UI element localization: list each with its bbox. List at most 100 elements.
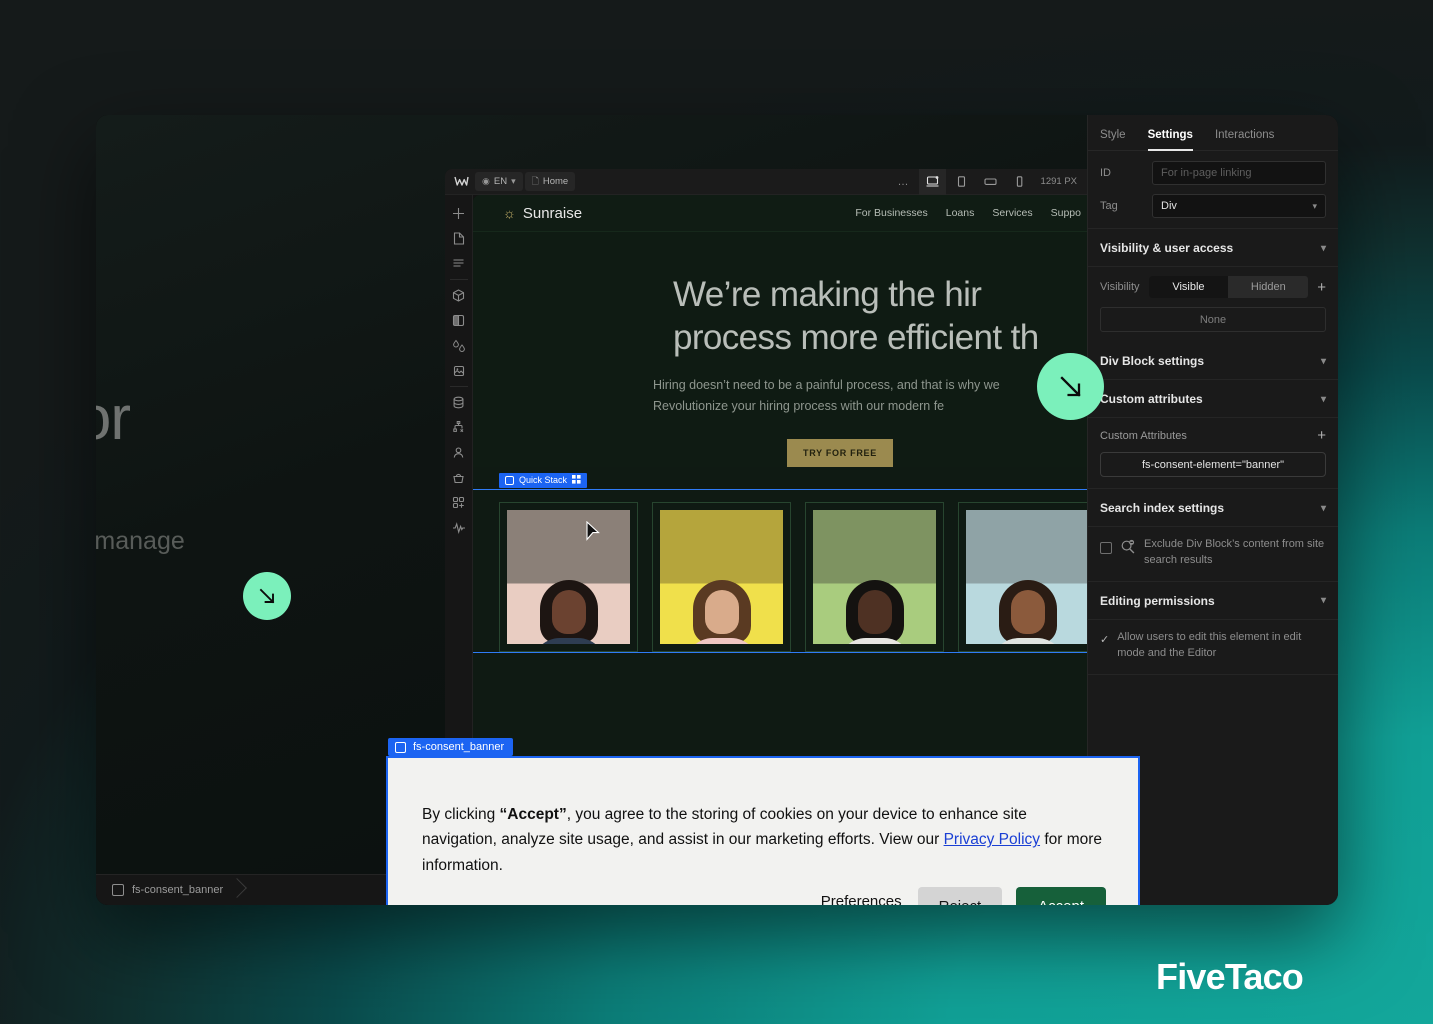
arrow-down-right-icon [259,588,275,604]
background-body-line-2: y at scale. [96,567,97,596]
visibility-section-title: Visibility & user access [1100,241,1234,255]
id-label: ID [1100,167,1111,179]
search-index-settings-title: Search index settings [1100,501,1225,515]
privacy-policy-link[interactable]: Privacy Policy [944,831,1040,848]
search-index-settings-header[interactable]: Search index settings ▾ [1088,489,1338,527]
custom-attributes-header[interactable]: Custom attributes ▾ [1088,380,1338,418]
navigator-icon[interactable] [446,251,472,276]
team-card[interactable] [652,501,791,652]
app-window: rm d for ship, and manage y at scale. ar… [96,115,1338,905]
sunraise-sun-icon: ☼ [503,205,516,221]
breakpoint-mobile-icon[interactable] [1006,169,1033,195]
editing-permissions-title: Editing permissions [1100,593,1215,608]
avatar [837,579,912,644]
site-brand[interactable]: ☼ Sunraise [503,205,582,222]
id-input[interactable]: For in-page linking [1152,161,1326,185]
visibility-label: Visibility [1100,281,1140,293]
quick-stack-block[interactable]: Quick Stack [473,472,1087,653]
visibility-condition-select[interactable]: None [1100,307,1326,332]
custom-attributes-title: Custom attributes [1100,392,1203,406]
reject-button[interactable]: Reject [917,887,1003,905]
team-card[interactable] [805,501,944,652]
hero-subtext: Hiring doesn’t need to be a painful proc… [653,375,1087,416]
page-selector[interactable]: 🗋 Home [524,172,576,191]
breakpoint-desktop-icon[interactable] [918,169,946,195]
selection-label-text: fs-consent_banner [413,741,505,753]
breakpoint-tablet-landscape-icon[interactable] [977,169,1004,195]
logic-icon[interactable] [446,415,472,440]
annotation-arrow-badge-right [1037,353,1104,420]
assets-icon[interactable] [446,358,472,383]
div-block-settings-header[interactable]: Div Block settings ▾ [1088,342,1338,380]
breakpoint-tablet-icon[interactable] [948,169,975,195]
tag-select[interactable]: Div ▾ [1152,194,1326,218]
annotation-arrow-badge-left [243,572,291,620]
custom-attributes-body: fs-consent-element="banner" [1088,452,1338,489]
exclude-from-search-checkbox[interactable] [1100,542,1112,554]
quick-stack-outline [473,488,1087,653]
canvas-area: rm d for ship, and manage y at scale. ar… [96,115,1140,905]
users-icon[interactable] [446,440,472,465]
allow-edit-row[interactable]: ✓ Allow users to edit this element in ed… [1088,620,1338,675]
hero-subtext-line-2: Revolutionize your hiring process with o… [653,399,945,413]
team-photo [507,509,630,644]
webflow-logo-icon[interactable] [449,171,473,193]
try-for-free-button[interactable]: TRY FOR FREE [787,438,893,467]
custom-attribute-item[interactable]: fs-consent-element="banner" [1100,452,1326,477]
tag-value: Div [1161,200,1177,212]
visibility-option-hidden[interactable]: Hidden [1228,276,1308,298]
element-checkbox-icon [112,884,124,896]
tab-interactions[interactable]: Interactions [1215,129,1274,150]
page-label: Home [542,176,569,187]
nav-link-support[interactable]: Suppo [1051,207,1081,219]
nav-link-for-businesses[interactable]: For Businesses [855,207,927,219]
visibility-section-header[interactable]: Visibility & user access ▾ [1088,229,1338,267]
add-panel-icon[interactable] [446,201,472,226]
accept-button[interactable]: Accept [1016,887,1106,905]
more-options-icon[interactable]: … [891,176,917,188]
consent-banner-text: By clicking “Accept”, you agree to the s… [422,802,1104,878]
rail-divider-2 [449,386,468,387]
nav-link-services[interactable]: Services [992,207,1032,219]
team-photo [966,509,1087,644]
locale-selector[interactable]: ◉ EN ▾ [475,172,523,191]
cookie-consent-banner: By clicking “Accept”, you agree to the s… [386,756,1140,905]
rail-divider [449,279,468,280]
apps-icon[interactable] [446,490,472,515]
div-block-settings-title: Div Block settings [1100,354,1205,368]
cms-icon[interactable] [446,390,472,415]
selection-checkbox-icon [395,741,406,753]
nav-link-loans[interactable]: Loans [946,207,975,219]
add-custom-attribute-icon[interactable]: + [1317,428,1326,443]
ecommerce-icon[interactable] [446,465,472,490]
pages-icon[interactable] [446,226,472,251]
id-row: ID For in-page linking [1100,161,1326,185]
style-manager-icon[interactable] [446,308,472,333]
site-hero: We’re making the hir process more efficie… [473,232,1087,467]
site-navbar: ☼ Sunraise For Businesses Loans Services… [473,195,1087,232]
consent-text-bold: “Accept” [499,806,567,823]
breadcrumb-item-consent-banner[interactable]: fs-consent_banner [96,875,237,905]
tab-settings[interactable]: Settings [1147,129,1194,151]
avatar [684,579,759,644]
visibility-option-visible[interactable]: Visible [1148,276,1229,298]
visibility-segmented-control[interactable]: Visible Hidden [1148,276,1309,298]
consent-text-before: By clicking [422,806,500,823]
exclude-from-search-row[interactable]: Exclude Div Block’s content from site se… [1088,527,1338,582]
variables-icon[interactable] [446,333,472,358]
tab-style[interactable]: Style [1100,129,1126,150]
team-photo [660,509,783,644]
checkmark-icon: ✓ [1100,633,1110,646]
editing-permissions-header[interactable]: Editing permissions ▾ [1088,582,1338,620]
chevron-down-icon: ▾ [1320,502,1326,514]
add-visibility-condition-icon[interactable]: + [1317,280,1326,295]
team-card[interactable] [958,501,1087,652]
site-brand-label: Sunraise [522,204,583,222]
preferences-button[interactable]: Preferences [819,893,904,906]
custom-attributes-row: Custom Attributes + [1088,418,1338,443]
audit-icon[interactable] [446,515,472,540]
quick-stack-selection-label: Quick Stack [499,472,588,488]
allow-edit-label: Allow users to edit this element in edit… [1117,630,1302,659]
team-card[interactable] [499,501,638,652]
components-icon[interactable] [446,283,472,308]
